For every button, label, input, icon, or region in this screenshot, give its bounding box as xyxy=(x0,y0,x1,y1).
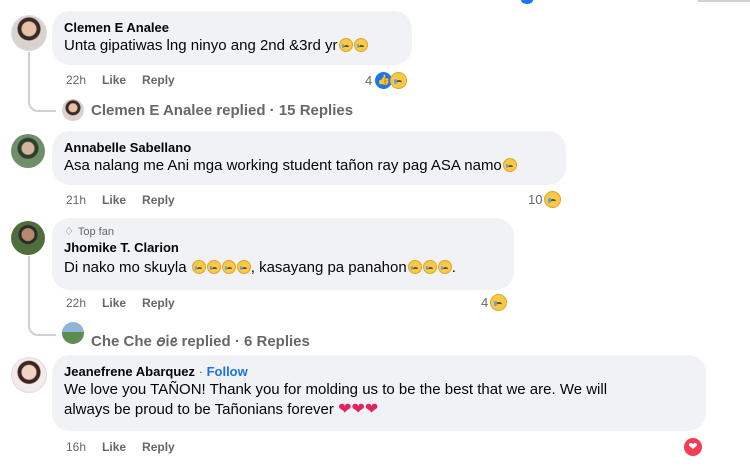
crying-face-icon xyxy=(544,191,562,208)
like-button[interactable]: Like xyxy=(102,193,126,207)
timestamp[interactable]: 21h xyxy=(66,193,86,207)
comment-text-line: We love you TAÑON! Thank you for molding… xyxy=(64,381,608,398)
crying-face-icon xyxy=(407,260,422,274)
view-replies-link[interactable]: Che Che ꪮᎥꫀ replied · 6 Replies xyxy=(91,326,310,358)
heart-emoji-icon: ❤ xyxy=(351,401,365,418)
crying-face-icon xyxy=(437,260,452,274)
comment-actions: 16h Like Reply xyxy=(66,440,175,454)
timestamp[interactable]: 22h xyxy=(66,296,86,310)
comment-text: Unta gipatiwas lng ninyo ang 2nd &3rd yr xyxy=(64,36,400,56)
reaction-summary[interactable]: ❤ xyxy=(684,438,702,456)
comment-actions: 21h Like Reply xyxy=(66,193,175,207)
heart-icon: ❤ xyxy=(684,438,702,456)
avatar[interactable] xyxy=(11,134,45,168)
crying-face-icon xyxy=(221,260,236,274)
crying-face-icon xyxy=(490,294,508,311)
reaction-summary[interactable]: 4 👍 xyxy=(365,71,408,90)
comment-author[interactable]: Annabelle Sabellano xyxy=(64,139,554,156)
follow-button[interactable]: Follow xyxy=(207,364,248,379)
reaction-count: 10 xyxy=(528,192,543,207)
crying-face-icon xyxy=(353,38,368,52)
timestamp[interactable]: 22h xyxy=(66,73,86,87)
crying-face-icon xyxy=(338,38,353,52)
reaction-count: 4 xyxy=(365,73,373,88)
comment-bubble: Clemen E Analee Unta gipatiwas lng ninyo… xyxy=(52,11,412,65)
heart-emoji-icon: ❤ xyxy=(364,401,379,418)
crying-face-icon xyxy=(191,260,206,274)
comment-author[interactable]: Jeanefrene Abarquez xyxy=(64,364,195,379)
comment-bubble: ♢ Top fan Jhomike T. Clarion Di nako mo s… xyxy=(52,218,514,290)
crying-face-icon xyxy=(206,260,221,274)
avatar xyxy=(62,322,84,344)
reaction-icon-fragment xyxy=(521,0,533,4)
comment-text: Asa nalang me Ani mga working student ta… xyxy=(64,156,554,176)
like-button[interactable]: Like xyxy=(102,440,126,454)
crying-face-icon xyxy=(390,72,408,89)
reaction-summary[interactable]: 10 xyxy=(528,191,562,208)
comment-actions: 22h Like Reply xyxy=(66,296,175,310)
reply-button[interactable]: Reply xyxy=(142,296,175,310)
avatar[interactable] xyxy=(11,357,47,393)
diamond-icon: ♢ xyxy=(64,226,74,238)
reaction-count: 4 xyxy=(481,295,489,310)
crying-face-icon xyxy=(422,260,437,274)
reply-button[interactable]: Reply xyxy=(142,73,175,87)
divider xyxy=(698,0,750,2)
like-button[interactable]: Like xyxy=(102,73,126,87)
reply-button[interactable]: Reply xyxy=(142,440,175,454)
thread-connector xyxy=(28,256,56,336)
like-button[interactable]: Like xyxy=(102,296,126,310)
heart-emoji-icon: ❤ xyxy=(338,401,352,418)
comment-author[interactable]: Clemen E Analee xyxy=(64,19,400,36)
avatar[interactable] xyxy=(11,15,47,51)
crying-face-icon xyxy=(502,158,517,172)
crying-face-icon xyxy=(236,260,251,274)
comment-bubble: Annabelle Sabellano Asa nalang me Ani mg… xyxy=(52,131,566,185)
top-fan-badge: ♢ Top fan xyxy=(64,226,114,238)
reaction-summary[interactable]: 4 xyxy=(481,294,508,311)
comment-bubble: Jeanefrene Abarquez · Follow We love you… xyxy=(52,355,706,431)
comment-text-line: always be proud to be Tañonians forever … xyxy=(64,401,379,418)
reply-button[interactable]: Reply xyxy=(142,193,175,207)
avatar xyxy=(62,99,84,121)
thread-connector xyxy=(28,52,56,112)
comment-text: Di nako mo skuyla , kasayang pa panahon. xyxy=(64,259,456,276)
comment-author[interactable]: Jhomike T. Clarion xyxy=(64,239,502,256)
avatar[interactable] xyxy=(11,221,45,255)
timestamp[interactable]: 16h xyxy=(66,440,86,454)
view-replies-link[interactable]: Clemen E Analee replied · 15 Replies xyxy=(91,102,353,119)
comment-actions: 22h Like Reply xyxy=(66,73,175,87)
comment-author-line: Jeanefrene Abarquez · Follow xyxy=(64,364,248,379)
